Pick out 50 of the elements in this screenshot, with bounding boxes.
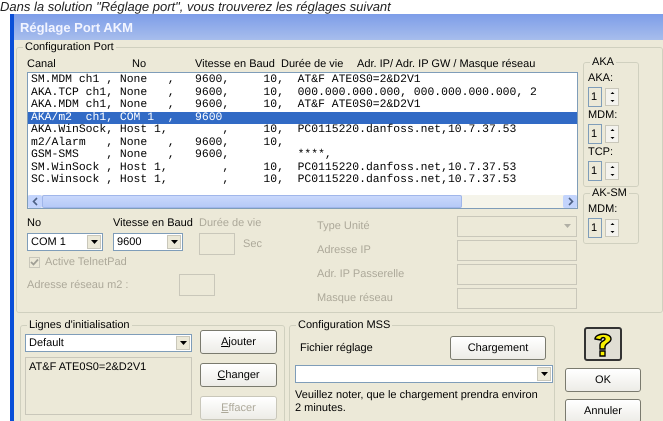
window-title: Réglage Port AKM	[20, 20, 133, 34]
checkbox-label: Active TelnetPad	[45, 256, 127, 268]
column-header: Vitesse en Baud	[195, 58, 275, 70]
spinner-field[interactable]: 1	[588, 161, 626, 181]
field-label: Adresse réseau m2 :	[27, 278, 128, 292]
load-button[interactable]: Chargement	[450, 336, 546, 360]
list-row[interactable]: m2/Alarm , None , 9600, 10,	[28, 136, 577, 149]
list-row[interactable]: AKA.TCP ch1, None , 9600, 10, 000.000.000.000, 000.000.000.000, 2	[28, 86, 577, 99]
field-label: Type Unité	[317, 220, 371, 232]
list-row[interactable]: AKA.MDM ch1, None , 9600, 10, AT&F ATE0S0=2&D2V1	[28, 99, 577, 112]
column-header: Canal	[27, 58, 56, 70]
spinner-label: TCP:	[588, 146, 614, 159]
port-dropdown[interactable]: COM 1	[27, 233, 103, 251]
list-row[interactable]: AKA.WinSock, Host 1, , 10, PC0115220.danfoss.net,10.7.37.53	[28, 124, 577, 136]
spinner-field[interactable]: 1	[588, 87, 626, 107]
dialog-button[interactable]: OK	[565, 368, 641, 392]
field-label: Masque réseau	[317, 292, 394, 304]
note-text: Veuillez noter, que le chargement prendra environ 2 minutes.	[295, 389, 539, 415]
spinner-label: MDM:	[588, 203, 618, 216]
list-row[interactable]: SM.MDM ch1 , None , 9600, 10, AT&F ATE0S0=2&D2V1	[28, 74, 577, 86]
column-header: Adr. IP/ Adr. IP GW / Masque réseau	[357, 58, 536, 70]
field-label: Adresse IP	[317, 244, 372, 256]
group-title: Lignes d'initialisation	[27, 319, 132, 331]
list-row[interactable]: GSM-SMS , None , 9600, ****,	[28, 149, 577, 162]
group-title: Configuration MSS	[296, 319, 392, 331]
unit-label: Sec	[243, 238, 262, 251]
field-label: Fichier réglage	[299, 342, 373, 354]
init-dropdown[interactable]: Default	[25, 334, 192, 352]
list-row[interactable]: SM.WinSock , Host 1, , 10, PC0115220.danfoss.net,10.7.37.53	[28, 162, 577, 174]
list-row[interactable]: AKA/m2 ch1, COM 1 , 9600	[28, 112, 577, 124]
group-title: AKA	[590, 56, 616, 68]
group-title: AK-SM	[590, 187, 629, 199]
field-label: Adr. IP Passerelle	[317, 268, 406, 280]
list-row[interactable]: SC.Winsock , Host 1, , 10, PC0115220.danfoss.net,10.7.37.53	[28, 174, 577, 186]
column-header: Durée de vie	[281, 58, 344, 70]
spinner-label: AKA:	[588, 72, 614, 85]
action-button[interactable]: Ajouter	[200, 330, 277, 354]
field-label: No	[27, 217, 42, 230]
column-header: No	[132, 58, 146, 70]
baud-dropdown[interactable]: 9600	[113, 233, 183, 251]
dialog-button[interactable]: Annuler	[565, 399, 641, 421]
spinner-field[interactable]: 1	[588, 218, 626, 238]
caption-text: Dans la solution "Réglage port", vous trouverez les réglages suivant	[0, 0, 392, 14]
action-button[interactable]: Changer	[200, 363, 277, 387]
spinner-label: MDM:	[588, 109, 618, 122]
group-title: Configuration Port	[23, 41, 116, 53]
field-label: Vitesse en Baud	[113, 217, 194, 230]
spinner-field[interactable]: 1	[588, 124, 626, 144]
init-text-box[interactable]: AT&F ATE0S0=2&D2V1	[25, 357, 192, 415]
field-label: Durée de vie	[199, 217, 262, 230]
